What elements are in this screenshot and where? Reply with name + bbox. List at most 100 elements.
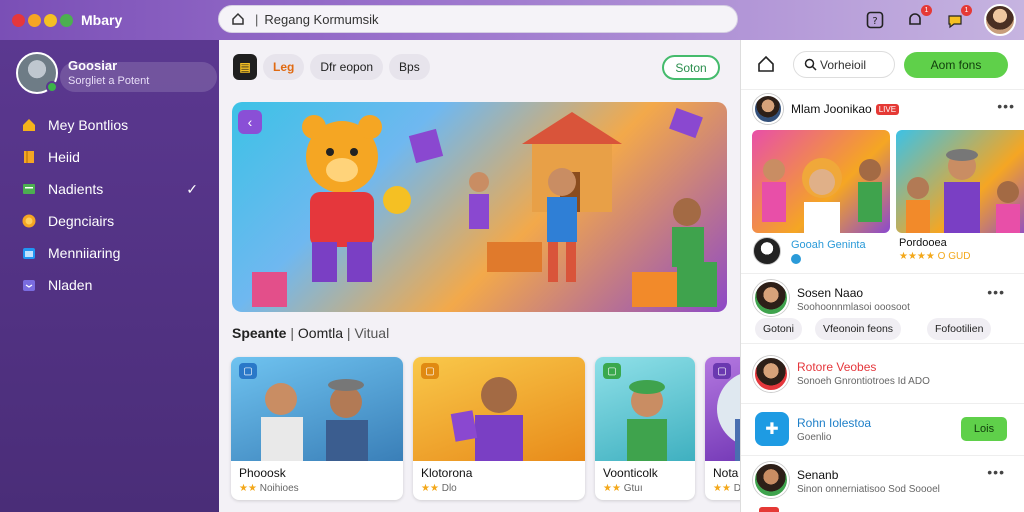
sidebar-item-nadients[interactable]: Nadients ✓ — [20, 174, 210, 204]
search-bar[interactable]: | Regang Kormumsik — [218, 5, 738, 33]
sidebar-item-home[interactable]: Mey Bontlios — [20, 110, 210, 140]
card-tag-icon: ▢ — [239, 363, 257, 379]
hero-banner[interactable]: ‹ — [232, 102, 727, 312]
more-options-icon[interactable]: ••• — [987, 464, 1005, 480]
window-dot-minimize[interactable] — [28, 13, 41, 27]
post-author[interactable]: Mlam Joonikao — [791, 102, 872, 116]
sidebar-item-label: Nladen — [48, 277, 93, 293]
sidebar-item-label: Nadients — [48, 181, 104, 197]
section-title-main: Speante — [232, 325, 287, 341]
sidebar-item-label: Degnciairs — [48, 213, 115, 229]
post-caption: Gooah Geninta Pordooea ★★★★ O GUD — [753, 237, 1015, 271]
right-panel: Vorheioil Aom fons Mlam Joonikao LIVE ••… — [740, 40, 1024, 512]
join-button[interactable]: Soton — [662, 55, 720, 80]
panel-search-label: Vorheioil — [820, 57, 867, 72]
avatar[interactable] — [753, 280, 789, 316]
bookmark-icon[interactable]: ▤ — [233, 54, 257, 80]
add-button[interactable]: Aom fons — [904, 52, 1008, 78]
sidebar-item-nladen[interactable]: Nladen — [20, 270, 210, 300]
chip-leg[interactable]: Leg — [263, 54, 305, 80]
more-options-icon[interactable]: ••• — [997, 98, 1015, 114]
feed-item[interactable]: Rotore Veobes Sonoeh Gnrontiotroes Id AD… — [741, 343, 1024, 403]
section-sub-2[interactable]: Vitual — [354, 325, 389, 341]
inbox-icon — [20, 276, 38, 294]
course-card[interactable]: ▢ Klotorona ★★ Dlo — [413, 357, 585, 500]
notification-badge: 1 — [921, 5, 932, 16]
post-image[interactable] — [896, 130, 1024, 233]
user-avatar[interactable] — [984, 4, 1016, 36]
feed-item[interactable]: Senanb Sinon onnerniatisoo Sod Soooel ••… — [741, 455, 1024, 512]
avatar[interactable] — [753, 356, 789, 392]
search-icon — [804, 58, 817, 71]
panel-search[interactable]: Vorheioil — [793, 51, 895, 78]
verified-icon — [791, 254, 801, 264]
profile[interactable]: Goosiar Sorgliet a Potent — [16, 52, 217, 94]
sidebar-item-menniiaring[interactable]: Menniiaring — [20, 238, 210, 268]
feed-title: Senanb — [797, 468, 839, 482]
main-content: ▤ Leg Dfr eopon Bps Soton ‹ Speante | Oo… — [219, 40, 805, 512]
section-sub-1[interactable]: Oomtla — [298, 325, 343, 341]
card-title: Phooosk — [239, 466, 286, 480]
feed-pill[interactable]: Vfeonoin feons — [815, 318, 902, 340]
avatar[interactable] — [753, 237, 781, 265]
open-button[interactable]: Lois — [961, 417, 1007, 441]
feed-subtitle: Soohoonnmlasoi ooosoot — [797, 302, 910, 313]
window-dot-extra[interactable] — [60, 13, 73, 27]
course-card[interactable]: ▢ Voonticolk ★★ Gtuı — [595, 357, 695, 500]
feed-title: Rotore Veobes — [797, 360, 877, 374]
course-card[interactable]: ▢ Phooosk ★★ Noihioes — [231, 357, 403, 500]
feed-title: Rohn Iolestoa — [797, 416, 872, 430]
avatar[interactable] — [753, 94, 783, 124]
online-status-icon — [46, 81, 58, 93]
sidebar-item-degnciairs[interactable]: Degnciairs — [20, 206, 210, 236]
scroll-indicator — [759, 507, 779, 512]
groups-icon — [20, 180, 38, 198]
feed-item[interactable]: ✚ Rohn Iolestoa Goenlio Lois — [741, 403, 1024, 455]
help-icon[interactable]: ? — [864, 9, 886, 31]
calendar-icon — [20, 244, 38, 262]
window-dot-maximize[interactable] — [44, 13, 57, 27]
card-title: Klotorona — [421, 466, 473, 480]
feed-item[interactable]: Sosen Naao Soohoonnmlasoi ooosoot ••• Go… — [741, 273, 1024, 343]
sidebar-item-label: Menniiaring — [48, 245, 121, 261]
top-actions: ? 1 1 — [864, 4, 1016, 36]
search-input[interactable]: Regang Kormumsik — [264, 12, 378, 27]
puzzle-icon[interactable]: ✚ — [755, 412, 789, 446]
card-meta: ★★ Noihioes — [239, 483, 299, 494]
more-options-icon[interactable]: ••• — [987, 284, 1005, 300]
title-bar: Mbary | Regang Kormumsik ? 1 1 — [0, 0, 1024, 40]
post-images — [752, 130, 1024, 233]
card-tag-icon: ▢ — [713, 363, 731, 379]
chip-bps[interactable]: Bps — [389, 54, 430, 80]
feed-pill[interactable]: Fofootilien — [927, 318, 992, 340]
chip-dfr-eopon[interactable]: Dfr eopon — [310, 54, 384, 80]
caption-author[interactable]: Gooah Geninta — [791, 239, 866, 251]
sidebar-item-label: Heiid — [48, 149, 80, 165]
feed-subtitle: Sonoeh Gnrontiotroes Id ADO — [797, 376, 930, 387]
caption-title: Pordooea — [899, 237, 947, 249]
right-panel-header: Vorheioil Aom fons — [741, 40, 1024, 90]
filter-chips: ▤ Leg Dfr eopon Bps — [233, 54, 430, 80]
caption-meta: ★★★★ O GUD — [899, 251, 971, 262]
feed-pill[interactable]: Gotoni — [755, 318, 802, 340]
profile-subtitle: Sorgliet a Potent — [68, 75, 150, 87]
messages-badge: 1 — [961, 5, 972, 16]
window-dot-close[interactable] — [12, 13, 25, 27]
feed-subtitle: Sinon onnerniatisoo Sod Soooel — [797, 484, 940, 495]
card-tag-icon: ▢ — [603, 363, 621, 379]
avatar[interactable] — [753, 462, 789, 498]
post-image[interactable] — [752, 130, 890, 233]
svg-text:?: ? — [872, 16, 877, 27]
sidebar-nav: Mey Bontlios Heiid Nadients ✓ Degnciairs — [20, 110, 210, 302]
notification-icon[interactable]: 1 — [904, 5, 932, 31]
home-icon[interactable] — [757, 55, 775, 73]
messages-icon[interactable]: 1 — [944, 5, 972, 31]
card-meta: ★★ Dlo — [421, 483, 457, 494]
check-icon: ✓ — [186, 180, 198, 197]
post-header: Mlam Joonikao LIVE ••• — [753, 92, 1015, 126]
sidebar-item-heiid[interactable]: Heiid — [20, 142, 210, 172]
back-icon[interactable]: ‹ — [238, 110, 262, 134]
sidebar: Goosiar Sorgliet a Potent Mey Bontlios H… — [0, 40, 219, 512]
section-title: Speante | Oomtla | Vitual — [232, 325, 389, 341]
home-icon[interactable] — [231, 12, 245, 26]
